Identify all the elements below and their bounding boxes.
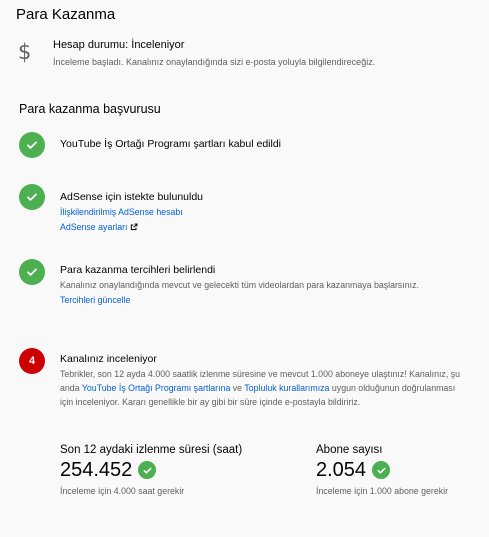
section-title: Para kazanma başvurusu <box>19 102 161 116</box>
watch-time-metric: Son 12 aydaki izlenme süresi (saat) 254.… <box>60 444 290 497</box>
dollar-icon: $ <box>18 40 32 64</box>
community-guidelines-link[interactable]: Topluluk kurallarımıza <box>244 383 329 393</box>
metric-label: Abone sayısı <box>316 444 383 456</box>
linked-adsense-account-link[interactable]: İlişkilendirilmiş AdSense hesabı <box>60 205 460 219</box>
metric-note: İnceleme için 4.000 saat gerekir <box>60 486 185 496</box>
metric-note: İnceleme için 1.000 abone gerekir <box>316 486 449 496</box>
step-description: Kanalınız onaylandığında mevcut ve gelec… <box>60 280 419 290</box>
metric-label: Son 12 aydaki izlenme süresi (saat) <box>60 444 243 456</box>
subscribers-metric: Abone sayısı 2.054 İnceleme için 1.000 a… <box>316 444 456 497</box>
check-icon <box>19 184 45 210</box>
adsense-settings-link[interactable]: AdSense ayarları <box>60 220 460 235</box>
step-title: Para kazanma tercihleri belirlendi <box>60 264 216 276</box>
check-icon <box>138 461 157 479</box>
step-title: AdSense için istekte bulunuldu <box>60 191 204 203</box>
page-title: Para Kazanma <box>16 6 116 23</box>
metric-value: 254.452 <box>60 459 133 481</box>
step-title: YouTube İş Ortağı Programı şartları kabu… <box>60 138 281 150</box>
ypp-terms-link[interactable]: YouTube İş Ortağı Programı şartlarına <box>82 383 230 393</box>
step-title: Kanalınız inceleniyor <box>60 353 157 365</box>
status-description: İnceleme başladı. Kanalınız onaylandığın… <box>53 57 376 67</box>
check-icon <box>372 461 391 479</box>
check-icon <box>19 132 45 158</box>
external-link-icon <box>130 221 138 235</box>
check-icon <box>19 259 45 285</box>
status-title: Hesap durumu: İnceleniyor <box>53 39 185 51</box>
update-preferences-link[interactable]: Tercihleri güncelle <box>60 293 460 307</box>
step-number-badge: 4 <box>19 348 45 374</box>
metric-value: 2.054 <box>316 459 367 481</box>
step-description: Tebrikler, son 12 ayda 4.000 saatlik izl… <box>60 369 461 407</box>
